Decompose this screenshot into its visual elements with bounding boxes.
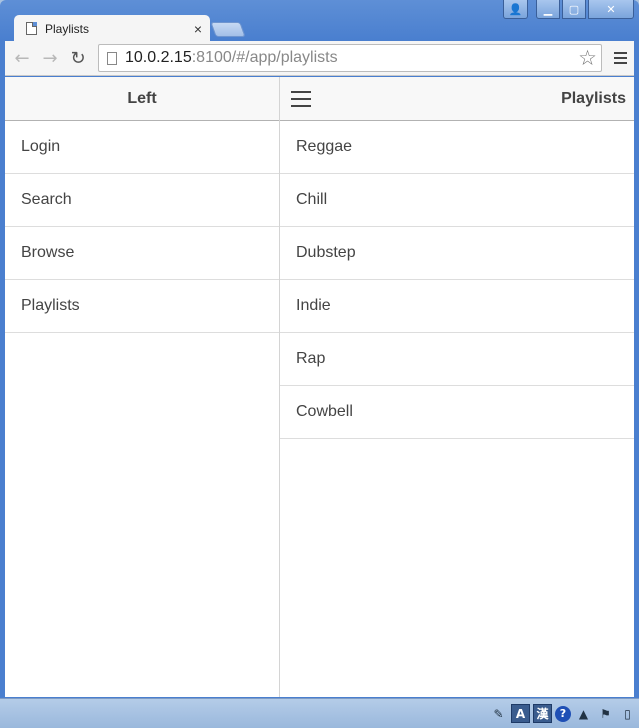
address-bar[interactable]: 10.0.2.15:8100/#/app/playlists ☆ [98,44,602,72]
browser-menu-icon[interactable] [606,44,634,72]
playlist-item[interactable]: Dubstep [280,227,634,280]
playlist-list: Reggae Chill Dubstep Indie Rap Cowbell [280,121,634,439]
playlist-item[interactable]: Indie [280,280,634,333]
menu-toggle-icon[interactable] [291,91,311,107]
menu-item-browse[interactable]: Browse [5,227,279,280]
menu-item-search[interactable]: Search [5,174,279,227]
tab-close-icon[interactable]: × [186,21,210,37]
url-host: 10.0.2.15 [125,49,192,66]
playlist-item[interactable]: Chill [280,174,634,227]
side-menu: Left Login Search Browse Playlists [5,77,279,697]
show-hidden-icons-icon[interactable]: ▲ [574,704,593,723]
bookmark-star-icon[interactable]: ☆ [578,46,597,70]
page-title: Playlists [561,90,626,107]
main-header: Playlists [280,77,634,121]
back-arrow-icon[interactable]: ← [8,44,36,72]
help-icon[interactable]: ? [555,705,571,722]
maximize-button[interactable]: ▢ [562,0,586,19]
url-path: :8100/#/app/playlists [191,49,338,66]
action-center-flag-icon[interactable]: ⚑ [596,704,615,723]
page-viewport: Left Login Search Browse Playlists Playl… [5,77,634,697]
playlist-item[interactable]: Cowbell [280,386,634,439]
reload-icon[interactable]: ↻ [64,44,92,72]
playlist-item[interactable]: Reggae [280,121,634,174]
menu-item-playlists[interactable]: Playlists [5,280,279,333]
network-icon[interactable]: ▯ [618,704,637,723]
system-tray: ✎ A 漢 ? ▲ ⚑ ▯ [489,704,637,723]
playlist-item[interactable]: Rap [280,333,634,386]
window-controls: 👤 ▁ ▢ ✕ [503,0,634,19]
browser-toolbar: ← → ↻ 10.0.2.15:8100/#/app/playlists ☆ [5,41,634,76]
language-bar-icon[interactable]: ✎ [489,704,508,723]
page-icon [107,51,117,65]
minimize-button[interactable]: ▁ [536,0,560,19]
page-icon [26,22,37,35]
user-profile-button[interactable]: 👤 [503,0,528,19]
ime-hanja-icon[interactable]: 漢 [533,704,552,723]
side-menu-title: Left [127,90,157,107]
side-menu-list: Login Search Browse Playlists [5,121,279,333]
menu-item-login[interactable]: Login [5,121,279,174]
side-menu-header: Left [5,77,279,121]
main-content: Playlists Reggae Chill Dubstep Indie Rap… [279,77,634,697]
tab-title: Playlists [45,21,90,36]
browser-tab[interactable]: Playlists × [14,15,210,42]
ime-mode-icon[interactable]: A [511,704,530,723]
forward-arrow-icon[interactable]: → [36,44,64,72]
new-tab-button[interactable] [210,22,246,37]
close-window-button[interactable]: ✕ [588,0,634,19]
taskbar: ✎ A 漢 ? ▲ ⚑ ▯ [0,698,639,728]
